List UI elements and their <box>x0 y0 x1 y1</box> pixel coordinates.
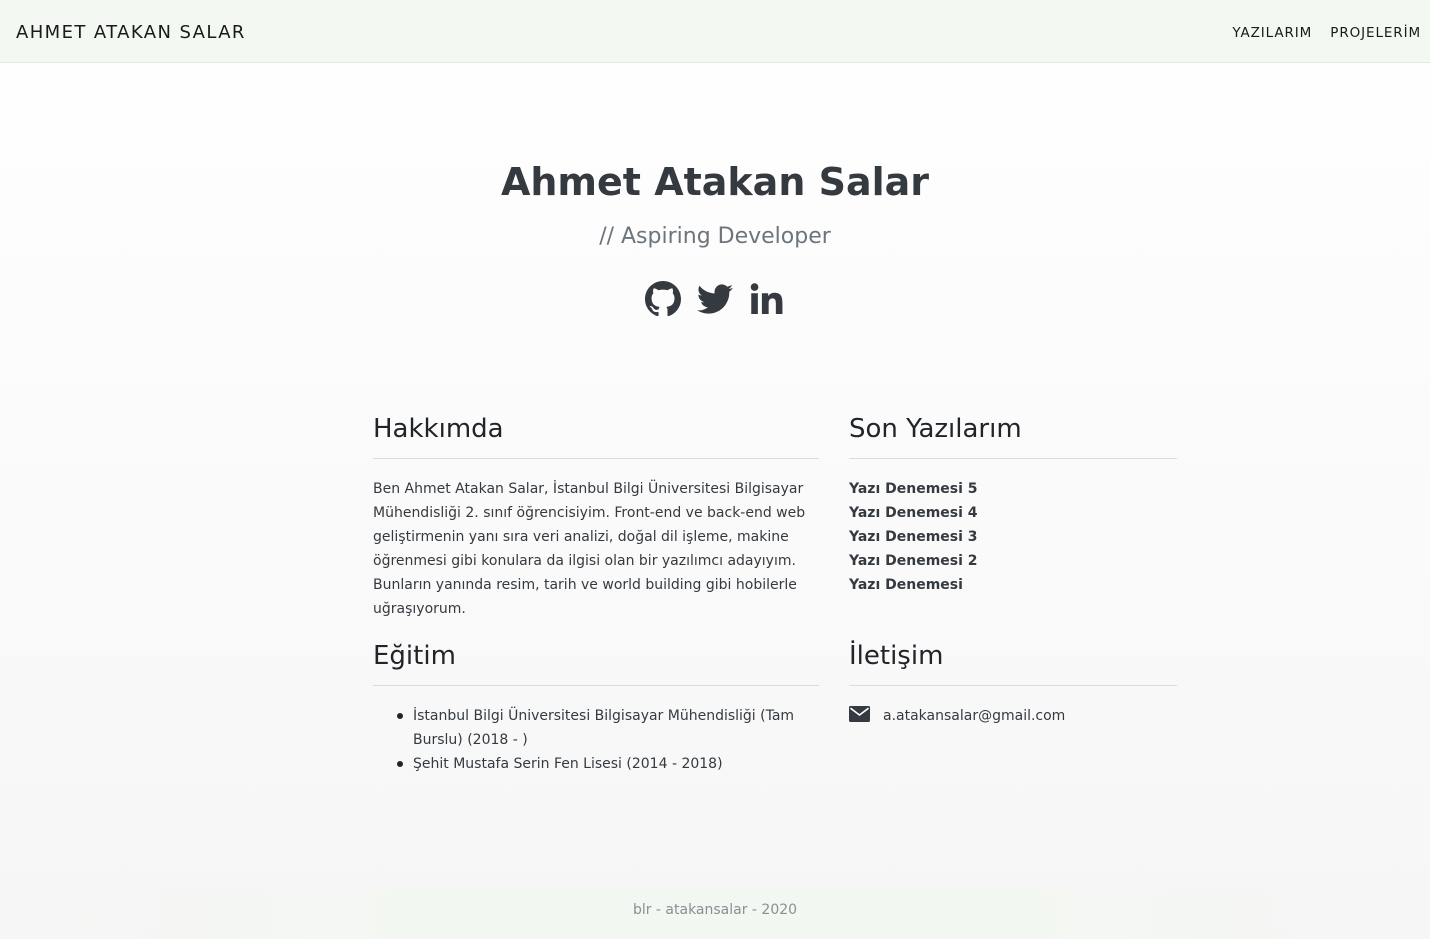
email-link[interactable]: a.atakansalar@gmail.com <box>883 708 1065 724</box>
social-links <box>0 281 1430 317</box>
post-link[interactable]: Yazı Denemesi 2 <box>849 553 978 569</box>
post-link[interactable]: Yazı Denemesi 5 <box>849 481 978 497</box>
post-link[interactable]: Yazı Denemesi 4 <box>849 505 978 521</box>
list-item: İstanbul Bilgi Üniversitesi Bilgisayar M… <box>397 704 819 752</box>
brand-link[interactable]: AHMET ATAKAN SALAR <box>16 22 246 43</box>
nav-link-yazilarim[interactable]: YAZILARIM <box>1232 25 1312 41</box>
twitter-icon[interactable] <box>697 281 733 317</box>
posts-title: Son Yazılarım <box>849 414 1177 459</box>
envelope-icon <box>849 706 870 722</box>
post-link[interactable]: Yazı Denemesi <box>849 577 963 593</box>
navbar: AHMET ATAKAN SALAR YAZILARIM PROJELERİM <box>0 0 1430 63</box>
contact-title: İletişim <box>849 641 1177 686</box>
hero-title: Ahmet Atakan Salar <box>500 160 930 204</box>
posts-section: Son Yazılarım Yazı Denemesi 5 Yazı Denem… <box>849 414 1177 597</box>
nav-links: YAZILARIM PROJELERİM <box>1219 22 1421 41</box>
contact-section: İletişim a.atakansalar@gmail.com <box>849 641 1177 728</box>
about-section: Hakkımda Ben Ahmet Atakan Salar, İstanbu… <box>373 414 819 621</box>
hero-subtitle: // Aspiring Developer <box>599 224 831 249</box>
contact-row: a.atakansalar@gmail.com <box>849 704 1177 728</box>
footer: blr - atakansalar - 2020 <box>0 890 1430 939</box>
footer-text: blr - atakansalar - 2020 <box>632 902 798 918</box>
education-title: Eğitim <box>373 641 819 686</box>
linkedin-icon[interactable] <box>749 281 785 317</box>
about-text: Ben Ahmet Atakan Salar, İstanbul Bilgi Ü… <box>373 481 806 617</box>
about-title: Hakkımda <box>373 414 819 459</box>
education-section: Eğitim İstanbul Bilgi Üniversitesi Bilgi… <box>373 641 819 776</box>
education-list: İstanbul Bilgi Üniversitesi Bilgisayar M… <box>373 704 819 776</box>
posts-list: Yazı Denemesi 5 Yazı Denemesi 4 Yazı Den… <box>849 477 1177 597</box>
list-item: Şehit Mustafa Serin Fen Lisesi (2014 - 2… <box>397 752 819 776</box>
github-icon[interactable] <box>645 281 681 317</box>
nav-link-projelerim[interactable]: PROJELERİM <box>1330 25 1421 41</box>
post-link[interactable]: Yazı Denemesi 3 <box>849 529 978 545</box>
